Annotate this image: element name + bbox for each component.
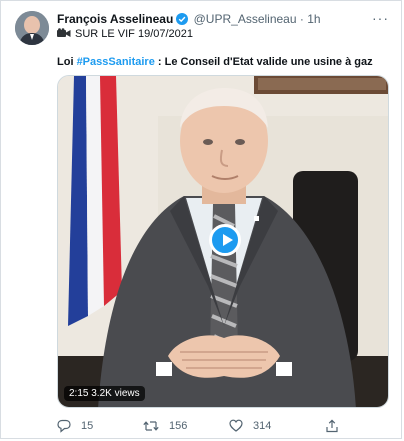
share-button[interactable] <box>325 419 339 433</box>
video-stats: 2:15 3.2K views <box>64 386 145 401</box>
tweet-time[interactable]: 1h <box>307 12 320 26</box>
like-icon <box>229 419 243 432</box>
tweet-text-prefix: Loi <box>57 56 77 68</box>
live-line-text: SUR LE VIF 19/07/2021 <box>75 28 194 40</box>
author-handle[interactable]: @UPR_Asselineau <box>194 12 297 26</box>
tweet-card[interactable]: François Asselineau @UPR_Asselineau · 1h… <box>0 0 402 439</box>
author-name[interactable]: François Asselineau <box>57 12 173 26</box>
reply-button[interactable]: 15 <box>57 419 93 433</box>
verified-badge-icon <box>176 13 189 28</box>
retweet-icon <box>143 419 159 433</box>
hashtag-link[interactable]: #PassSanitaire <box>77 56 155 68</box>
reply-icon <box>57 419 71 433</box>
share-icon <box>325 419 339 433</box>
author-avatar[interactable] <box>15 11 49 45</box>
reply-count: 15 <box>81 420 94 432</box>
like-button[interactable]: 314 <box>229 419 271 432</box>
retweet-count: 156 <box>169 420 188 432</box>
header-separator: · <box>299 12 304 26</box>
camera-icon <box>57 28 71 41</box>
live-line: SUR LE VIF 19/07/2021 <box>57 28 193 41</box>
more-icon[interactable]: ··· <box>372 10 389 26</box>
like-count: 314 <box>253 419 272 432</box>
play-icon[interactable] <box>209 224 241 256</box>
video-views: 3.2K views <box>91 388 140 399</box>
tweet-text-rest: : Le Conseil d'Etat valide une usine à g… <box>154 56 373 68</box>
action-bar: 15 156 314 <box>57 419 387 435</box>
retweet-button[interactable]: 156 <box>143 419 187 433</box>
video-player[interactable]: 2:15 3.2K views <box>57 75 389 408</box>
tweet-text: Loi #PassSanitaire : Le Conseil d'Etat v… <box>57 56 373 68</box>
video-duration: 2:15 <box>69 388 89 399</box>
tweet-header: François Asselineau @UPR_Asselineau · 1h <box>57 12 321 28</box>
